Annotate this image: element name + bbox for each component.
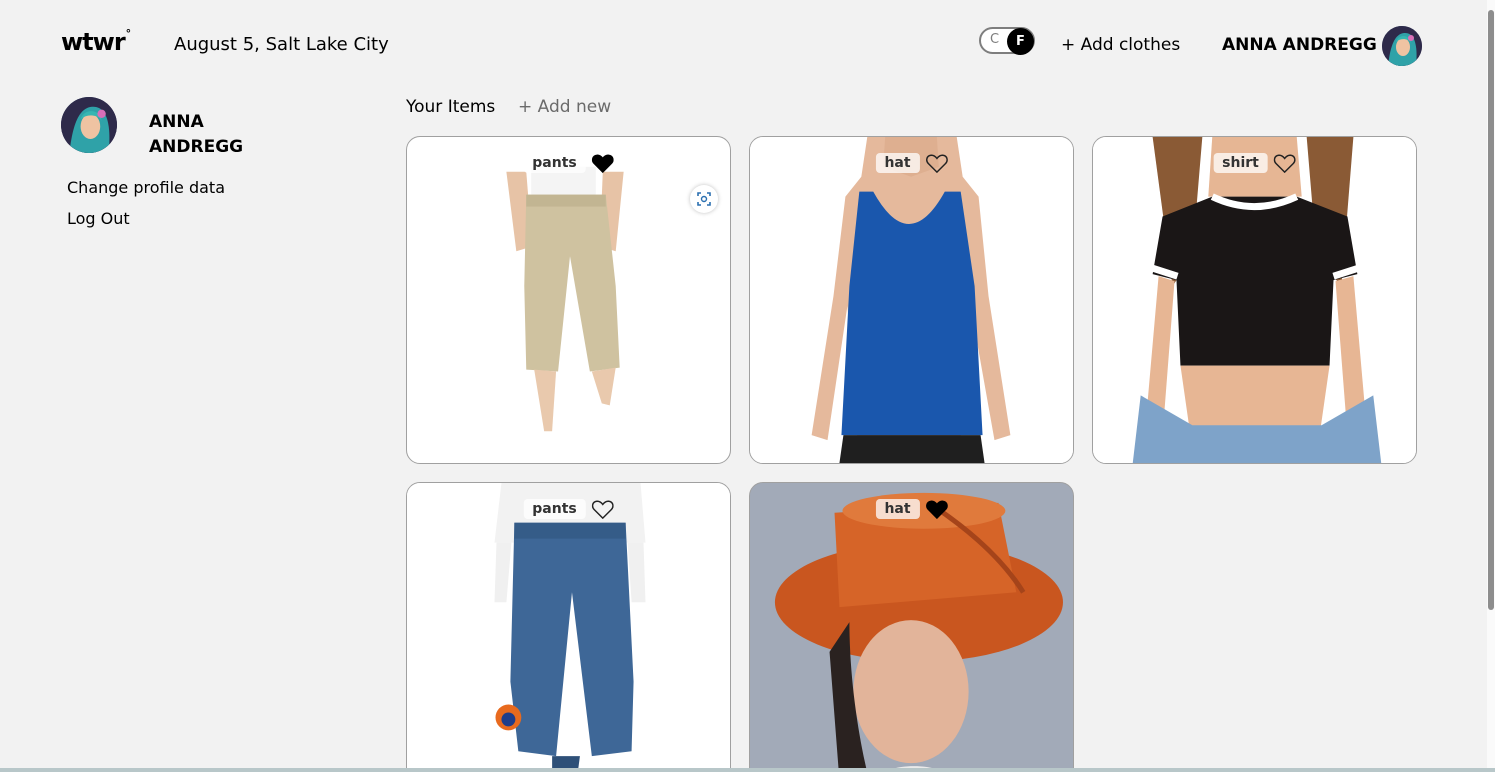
- add-clothes-button[interactable]: + Add clothes: [1061, 35, 1180, 55]
- heart-icon[interactable]: [1273, 153, 1296, 173]
- item-type-tag: pants: [523, 153, 586, 173]
- app-logo[interactable]: wtwr°: [61, 27, 131, 56]
- add-new-button[interactable]: + Add new: [518, 97, 611, 117]
- date-location: August 5, Salt Lake City: [174, 34, 389, 55]
- item-card[interactable]: hat: [749, 482, 1074, 772]
- logout-button[interactable]: Log Out: [67, 209, 130, 228]
- logo-mark: °: [125, 27, 131, 40]
- item-label: hat: [875, 499, 948, 519]
- item-type-tag: shirt: [1213, 153, 1268, 173]
- avatar-portrait-icon: [1382, 26, 1422, 66]
- item-card[interactable]: pants: [406, 136, 731, 464]
- item-image: [750, 137, 1073, 463]
- scrollbar-thumb[interactable]: [1488, 10, 1494, 610]
- avatar[interactable]: [1382, 26, 1422, 66]
- page-scrollbar[interactable]: [1487, 0, 1495, 772]
- toggle-fahrenheit-knob: F: [1007, 28, 1034, 55]
- item-image: [750, 483, 1073, 772]
- item-label: hat: [875, 153, 948, 173]
- section-title: Your Items: [406, 97, 496, 117]
- toggle-celsius-label: C: [990, 32, 1000, 47]
- heart-icon[interactable]: [925, 153, 948, 173]
- heart-icon[interactable]: [925, 499, 948, 519]
- item-type-tag: hat: [875, 153, 920, 173]
- profile-avatar: [61, 97, 117, 153]
- bottom-divider: [0, 768, 1495, 772]
- item-card[interactable]: pants: [406, 482, 731, 772]
- item-image: [1093, 137, 1416, 463]
- change-profile-button[interactable]: Change profile data: [67, 178, 225, 197]
- temperature-unit-toggle[interactable]: C F: [979, 27, 1035, 55]
- item-label: pants: [523, 499, 614, 519]
- item-type-tag: pants: [523, 499, 586, 519]
- heart-icon[interactable]: [591, 499, 614, 519]
- item-type-tag: hat: [875, 499, 920, 519]
- scan-button[interactable]: [690, 185, 718, 213]
- profile-name: ANNA ANDREGG: [149, 110, 259, 160]
- item-image: [504, 166, 628, 432]
- item-label: pants: [523, 153, 614, 173]
- profile-name-line2: ANDREGG: [149, 137, 244, 157]
- profile-name-line1: ANNA: [149, 112, 204, 132]
- item-label: shirt: [1213, 153, 1296, 173]
- heart-icon[interactable]: [591, 153, 614, 173]
- item-card[interactable]: shirt: [1092, 136, 1417, 464]
- logo-text: wtwr: [61, 28, 126, 56]
- scan-icon: [697, 192, 711, 206]
- header-username[interactable]: ANNA ANDREGG: [1222, 35, 1377, 55]
- item-image: [407, 483, 730, 772]
- avatar-portrait-icon: [61, 97, 117, 153]
- item-card[interactable]: hat: [749, 136, 1074, 464]
